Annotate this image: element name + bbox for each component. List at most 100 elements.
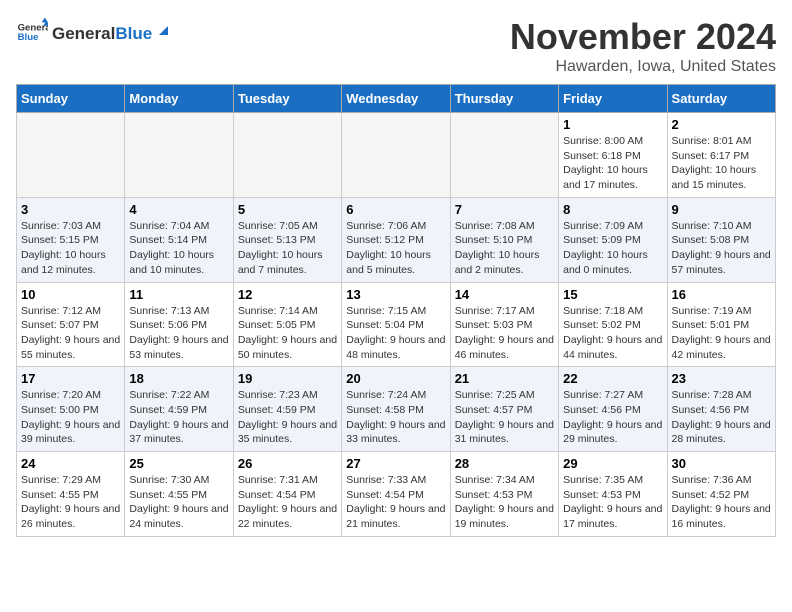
day-info: Sunrise: 7:25 AM Sunset: 4:57 PM Dayligh… (455, 388, 554, 447)
day-number: 6 (346, 202, 445, 217)
day-number: 12 (238, 287, 337, 302)
day-number: 4 (129, 202, 228, 217)
day-info: Sunrise: 7:34 AM Sunset: 4:53 PM Dayligh… (455, 473, 554, 532)
calendar-cell: 4 Sunrise: 7:04 AM Sunset: 5:14 PM Daylig… (125, 197, 233, 282)
day-number: 3 (21, 202, 120, 217)
calendar-cell: 24 Sunrise: 7:29 AM Sunset: 4:55 PM Dayli… (17, 452, 125, 537)
page-header: General Blue General Blue November 2024 … (16, 16, 776, 76)
day-number: 8 (563, 202, 662, 217)
day-info: Sunrise: 7:15 AM Sunset: 5:04 PM Dayligh… (346, 304, 445, 363)
day-number: 26 (238, 456, 337, 471)
calendar-cell (17, 113, 125, 198)
weekday-header-friday: Friday (559, 85, 667, 113)
calendar-cell: 26 Sunrise: 7:31 AM Sunset: 4:54 PM Dayli… (233, 452, 341, 537)
calendar-cell: 20 Sunrise: 7:24 AM Sunset: 4:58 PM Dayli… (342, 367, 450, 452)
day-number: 18 (129, 371, 228, 386)
day-info: Sunrise: 7:35 AM Sunset: 4:53 PM Dayligh… (563, 473, 662, 532)
location: Hawarden, Iowa, United States (510, 58, 776, 76)
day-number: 15 (563, 287, 662, 302)
calendar-cell: 3 Sunrise: 7:03 AM Sunset: 5:15 PM Daylig… (17, 197, 125, 282)
logo: General Blue General Blue (16, 16, 172, 48)
day-info: Sunrise: 7:22 AM Sunset: 4:59 PM Dayligh… (129, 388, 228, 447)
day-number: 9 (672, 202, 771, 217)
day-number: 11 (129, 287, 228, 302)
day-number: 21 (455, 371, 554, 386)
month-title: November 2024 (510, 16, 776, 58)
calendar-cell: 22 Sunrise: 7:27 AM Sunset: 4:56 PM Dayli… (559, 367, 667, 452)
day-number: 10 (21, 287, 120, 302)
day-info: Sunrise: 7:30 AM Sunset: 4:55 PM Dayligh… (129, 473, 228, 532)
calendar-cell: 12 Sunrise: 7:14 AM Sunset: 5:05 PM Dayli… (233, 282, 341, 367)
day-info: Sunrise: 7:23 AM Sunset: 4:59 PM Dayligh… (238, 388, 337, 447)
day-info: Sunrise: 7:27 AM Sunset: 4:56 PM Dayligh… (563, 388, 662, 447)
calendar-cell: 15 Sunrise: 7:18 AM Sunset: 5:02 PM Dayli… (559, 282, 667, 367)
day-number: 27 (346, 456, 445, 471)
day-info: Sunrise: 7:04 AM Sunset: 5:14 PM Dayligh… (129, 219, 228, 278)
svg-text:Blue: Blue (18, 32, 39, 43)
day-info: Sunrise: 7:06 AM Sunset: 5:12 PM Dayligh… (346, 219, 445, 278)
calendar-cell: 7Sunrise: 7:08 AM Sunset: 5:10 PM Daylig… (450, 197, 558, 282)
day-info: Sunrise: 7:24 AM Sunset: 4:58 PM Dayligh… (346, 388, 445, 447)
day-info: Sunrise: 7:10 AM Sunset: 5:08 PM Dayligh… (672, 219, 771, 278)
day-info: Sunrise: 7:31 AM Sunset: 4:54 PM Dayligh… (238, 473, 337, 532)
day-number: 28 (455, 456, 554, 471)
day-info: Sunrise: 7:28 AM Sunset: 4:56 PM Dayligh… (672, 388, 771, 447)
day-info: Sunrise: 7:12 AM Sunset: 5:07 PM Dayligh… (21, 304, 120, 363)
day-info: Sunrise: 7:13 AM Sunset: 5:06 PM Dayligh… (129, 304, 228, 363)
calendar-cell: 28 Sunrise: 7:34 AM Sunset: 4:53 PM Dayli… (450, 452, 558, 537)
day-info: Sunrise: 8:01 AM Sunset: 6:17 PM Dayligh… (672, 134, 771, 193)
calendar-cell: 19 Sunrise: 7:23 AM Sunset: 4:59 PM Dayli… (233, 367, 341, 452)
week-row-3: 10 Sunrise: 7:12 AM Sunset: 5:07 PM Dayli… (17, 282, 776, 367)
calendar-cell: 16 Sunrise: 7:19 AM Sunset: 5:01 PM Dayli… (667, 282, 775, 367)
day-number: 20 (346, 371, 445, 386)
day-info: Sunrise: 7:19 AM Sunset: 5:01 PM Dayligh… (672, 304, 771, 363)
title-block: November 2024 Hawarden, Iowa, United Sta… (510, 16, 776, 76)
weekday-header-wednesday: Wednesday (342, 85, 450, 113)
logo-general: General (52, 24, 115, 44)
logo-icon: General Blue (16, 16, 48, 48)
day-info: Sunrise: 7:09 AM Sunset: 5:09 PM Dayligh… (563, 219, 662, 278)
day-info: Sunrise: 7:03 AM Sunset: 5:15 PM Dayligh… (21, 219, 120, 278)
calendar-cell: 17 Sunrise: 7:20 AM Sunset: 5:00 PM Dayli… (17, 367, 125, 452)
day-info: Sunrise: 7:36 AM Sunset: 4:52 PM Dayligh… (672, 473, 771, 532)
day-number: 1 (563, 117, 662, 132)
calendar-cell: 25 Sunrise: 7:30 AM Sunset: 4:55 PM Dayli… (125, 452, 233, 537)
day-number: 13 (346, 287, 445, 302)
day-number: 25 (129, 456, 228, 471)
week-row-2: 3 Sunrise: 7:03 AM Sunset: 5:15 PM Daylig… (17, 197, 776, 282)
calendar-cell: 18 Sunrise: 7:22 AM Sunset: 4:59 PM Dayli… (125, 367, 233, 452)
day-number: 19 (238, 371, 337, 386)
day-number: 29 (563, 456, 662, 471)
weekday-header-sunday: Sunday (17, 85, 125, 113)
calendar-cell: 21 Sunrise: 7:25 AM Sunset: 4:57 PM Dayli… (450, 367, 558, 452)
weekday-header-thursday: Thursday (450, 85, 558, 113)
day-number: 24 (21, 456, 120, 471)
day-number: 16 (672, 287, 771, 302)
calendar-table: SundayMondayTuesdayWednesdayThursdayFrid… (16, 84, 776, 537)
calendar-cell: 10 Sunrise: 7:12 AM Sunset: 5:07 PM Dayli… (17, 282, 125, 367)
calendar-cell: 23 Sunrise: 7:28 AM Sunset: 4:56 PM Dayli… (667, 367, 775, 452)
calendar-cell: 9 Sunrise: 7:10 AM Sunset: 5:08 PM Daylig… (667, 197, 775, 282)
calendar-cell (450, 113, 558, 198)
calendar-cell: 6 Sunrise: 7:06 AM Sunset: 5:12 PM Daylig… (342, 197, 450, 282)
week-row-5: 24 Sunrise: 7:29 AM Sunset: 4:55 PM Dayli… (17, 452, 776, 537)
calendar-cell: 5Sunrise: 7:05 AM Sunset: 5:13 PM Daylig… (233, 197, 341, 282)
day-info: Sunrise: 7:20 AM Sunset: 5:00 PM Dayligh… (21, 388, 120, 447)
day-info: Sunrise: 7:05 AM Sunset: 5:13 PM Dayligh… (238, 219, 337, 278)
day-info: Sunrise: 7:29 AM Sunset: 4:55 PM Dayligh… (21, 473, 120, 532)
logo-triangle-icon (154, 21, 172, 39)
day-number: 23 (672, 371, 771, 386)
calendar-cell (342, 113, 450, 198)
calendar-cell (233, 113, 341, 198)
weekday-header-saturday: Saturday (667, 85, 775, 113)
day-info: Sunrise: 7:18 AM Sunset: 5:02 PM Dayligh… (563, 304, 662, 363)
calendar-cell: 1Sunrise: 8:00 AM Sunset: 6:18 PM Daylig… (559, 113, 667, 198)
calendar-cell: 14Sunrise: 7:17 AM Sunset: 5:03 PM Dayli… (450, 282, 558, 367)
day-number: 30 (672, 456, 771, 471)
day-number: 22 (563, 371, 662, 386)
day-number: 2 (672, 117, 771, 132)
day-number: 17 (21, 371, 120, 386)
weekday-header-tuesday: Tuesday (233, 85, 341, 113)
weekday-header-monday: Monday (125, 85, 233, 113)
day-info: Sunrise: 7:14 AM Sunset: 5:05 PM Dayligh… (238, 304, 337, 363)
